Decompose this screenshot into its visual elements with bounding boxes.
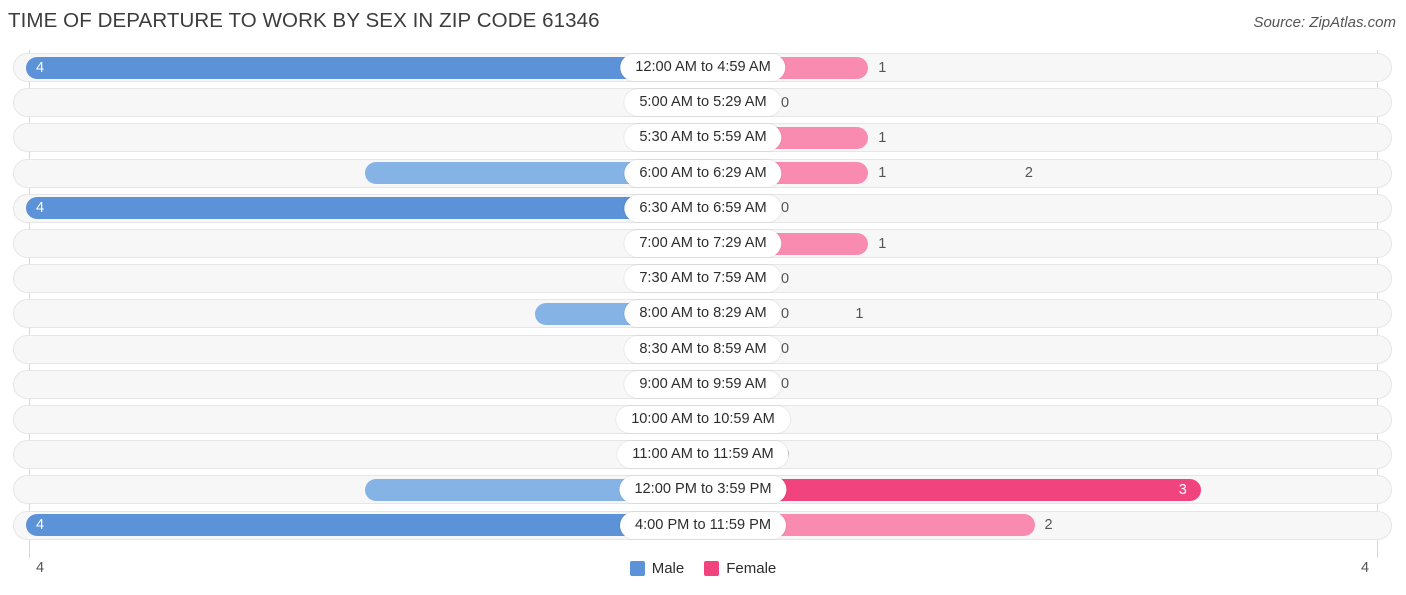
- chart-row[interactable]: 0011:00 AM to 11:59 AM: [0, 437, 1406, 472]
- row-category-label: 4:00 PM to 11:59 PM: [619, 511, 787, 539]
- page-title: TIME OF DEPARTURE TO WORK BY SEX IN ZIP …: [8, 9, 600, 32]
- chart-row[interactable]: 4 1 12:00 AM to 4:59 AM: [0, 50, 1406, 85]
- row-category-label: 11:00 AM to 11:59 AM: [617, 441, 789, 469]
- row-category-label: 9:00 AM to 9:59 AM: [624, 370, 782, 398]
- row-category-label: 5:00 AM to 5:29 AM: [624, 89, 782, 117]
- legend-item-male[interactable]: Male: [629, 560, 685, 577]
- bar-value-female: 0: [781, 200, 790, 217]
- row-category-label: 12:00 AM to 4:59 AM: [620, 54, 786, 81]
- bar-male[interactable]: [26, 197, 704, 220]
- chart-row[interactable]: 005:00 AM to 5:29 AM: [0, 85, 1406, 120]
- bar-value-female: 0: [781, 94, 790, 111]
- chart-row[interactable]: 1 0 8:00 AM to 8:29 AM: [0, 296, 1406, 331]
- bar-value-male: 4: [36, 517, 45, 534]
- bar-value-male: 1: [855, 305, 864, 322]
- bar-value-female: 0: [781, 341, 790, 358]
- chart-legend: Male Female: [0, 560, 1406, 577]
- chart-row[interactable]: 007:30 AM to 7:59 AM: [0, 261, 1406, 296]
- row-category-label: 7:30 AM to 7:59 AM: [624, 265, 782, 293]
- source-attribution: Source: ZipAtlas.com: [1253, 14, 1396, 31]
- bar-value-female: 0: [781, 270, 790, 287]
- plot-area: 4112:00 AM to 4:59 AM005:00 AM to 5:29 A…: [0, 50, 1406, 558]
- row-category-label: 8:30 AM to 8:59 AM: [624, 335, 782, 363]
- bar-value-female: 0: [781, 305, 790, 322]
- bar-value-female: 2: [1044, 517, 1053, 534]
- row-category-label: 8:00 AM to 8:29 AM: [624, 300, 782, 328]
- row-category-label: 6:00 AM to 6:29 AM: [624, 159, 782, 187]
- chart-row[interactable]: 008:30 AM to 8:59 AM: [0, 332, 1406, 367]
- bar-value-male: 2: [1024, 165, 1033, 182]
- row-category-label: 5:30 AM to 5:59 AM: [624, 124, 782, 152]
- bar-value-male: 4: [36, 200, 45, 217]
- bar-male[interactable]: [26, 514, 704, 537]
- bar-value-female: 0: [781, 376, 790, 393]
- legend-label-female: Female: [726, 560, 777, 577]
- row-category-label: 10:00 AM to 10:59 AM: [616, 406, 790, 433]
- bar-value-female: 1: [878, 129, 887, 146]
- legend-swatch-male: [629, 561, 645, 576]
- chart-container: TIME OF DEPARTURE TO WORK BY SEX IN ZIP …: [0, 0, 1406, 595]
- bar-value-male: 4: [36, 59, 45, 76]
- chart-row[interactable]: 0010:00 AM to 10:59 AM: [0, 402, 1406, 437]
- chart-row[interactable]: 4 2 4:00 PM to 11:59 PM: [0, 508, 1406, 543]
- bar-value-female: 1: [878, 59, 887, 76]
- bar-male[interactable]: [26, 56, 704, 79]
- row-category-label: 12:00 PM to 3:59 PM: [619, 476, 787, 504]
- chart-row[interactable]: 2312:00 PM to 3:59 PM: [0, 472, 1406, 507]
- row-category-label: 6:30 AM to 6:59 AM: [624, 194, 782, 222]
- legend-item-female[interactable]: Female: [704, 560, 776, 577]
- chart-row[interactable]: 2 1 6:00 AM to 6:29 AM: [0, 156, 1406, 191]
- legend-label-male: Male: [651, 560, 685, 577]
- bar-value-female: 1: [878, 235, 887, 252]
- chart-row[interactable]: 4 0 6:30 AM to 6:59 AM: [0, 191, 1406, 226]
- chart-row[interactable]: 009:00 AM to 9:59 AM: [0, 367, 1406, 402]
- chart-row[interactable]: 015:30 AM to 5:59 AM: [0, 120, 1406, 155]
- legend-swatch-female: [704, 561, 720, 576]
- bar-value-female: 1: [878, 165, 887, 182]
- chart-row[interactable]: 017:00 AM to 7:29 AM: [0, 226, 1406, 261]
- bar-value-female: 3: [1178, 481, 1187, 498]
- row-category-label: 7:00 AM to 7:29 AM: [624, 230, 782, 257]
